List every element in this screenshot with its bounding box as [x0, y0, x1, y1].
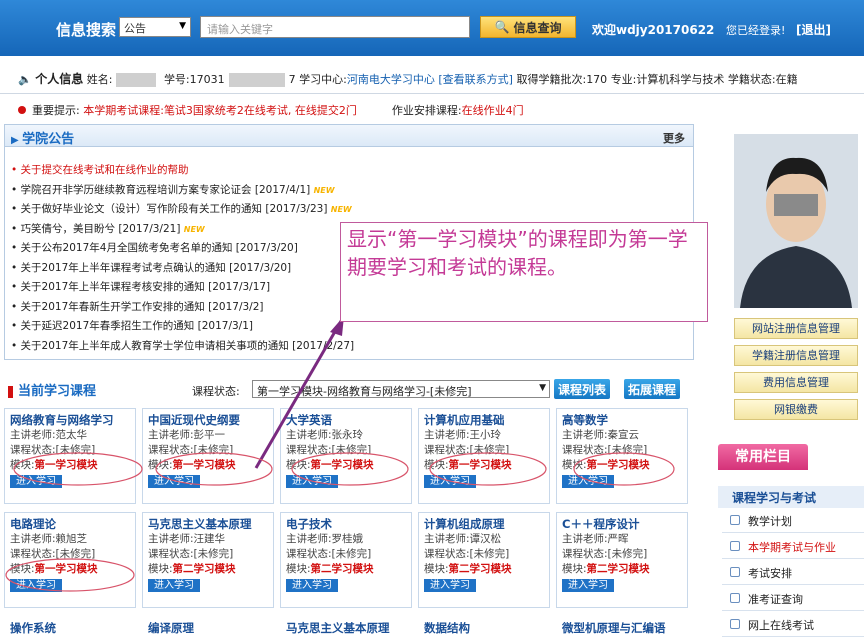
callout-box: 显示“第一学习模块”的课程即为第一学期要学习和考试的课程。: [340, 222, 708, 322]
